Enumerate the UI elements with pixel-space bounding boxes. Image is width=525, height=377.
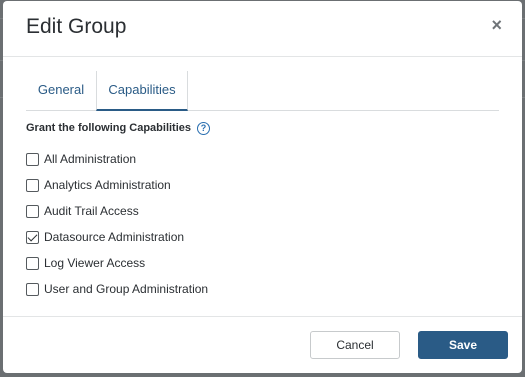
capability-label: All Administration — [44, 152, 137, 166]
capability-label: Log Viewer Access — [44, 256, 146, 270]
checkbox-datasource-administration[interactable] — [26, 230, 39, 244]
checkbox-user-and-group-administration[interactable] — [26, 282, 39, 296]
capability-row-log-viewer-access[interactable]: Log Viewer Access — [26, 250, 208, 276]
capability-label: User and Group Administration — [44, 282, 209, 296]
capabilities-heading: Grant the following Capabilities — [26, 122, 192, 134]
checkbox-log-viewer-access[interactable] — [26, 256, 39, 270]
capability-row-audit-trail-access[interactable]: Audit Trail Access — [26, 198, 208, 224]
capability-row-user-and-group-administration[interactable]: User and Group Administration — [26, 276, 208, 302]
capability-label: Analytics Administration — [44, 178, 171, 192]
close-icon[interactable]: × — [491, 15, 502, 35]
dialog-title: Edit Group — [26, 15, 127, 38]
capability-row-datasource-administration[interactable]: Datasource Administration — [26, 224, 208, 250]
checkbox-analytics-administration[interactable] — [26, 178, 39, 192]
tab-bar: General Capabilities — [26, 71, 499, 111]
dialog-header: Edit Group × — [3, 1, 522, 57]
edit-group-dialog: Edit Group × General Capabilities Grant … — [3, 1, 522, 373]
tab-capabilities[interactable]: Capabilities — [96, 71, 188, 111]
capabilities-list: All Administration Analytics Administrat… — [26, 146, 208, 302]
capability-row-analytics-administration[interactable]: Analytics Administration — [26, 172, 208, 198]
checkbox-all-administration[interactable] — [26, 152, 39, 166]
save-button[interactable]: Save — [418, 331, 508, 359]
checkbox-audit-trail-access[interactable] — [26, 204, 39, 218]
capability-label: Audit Trail Access — [44, 204, 139, 218]
tab-general[interactable]: General — [26, 71, 96, 111]
capability-label: Datasource Administration — [44, 230, 185, 244]
help-icon[interactable]: ? — [197, 122, 210, 135]
cancel-button[interactable]: Cancel — [310, 331, 400, 359]
capability-row-all-administration[interactable]: All Administration — [26, 146, 208, 172]
dialog-footer: Cancel Save — [3, 316, 522, 373]
